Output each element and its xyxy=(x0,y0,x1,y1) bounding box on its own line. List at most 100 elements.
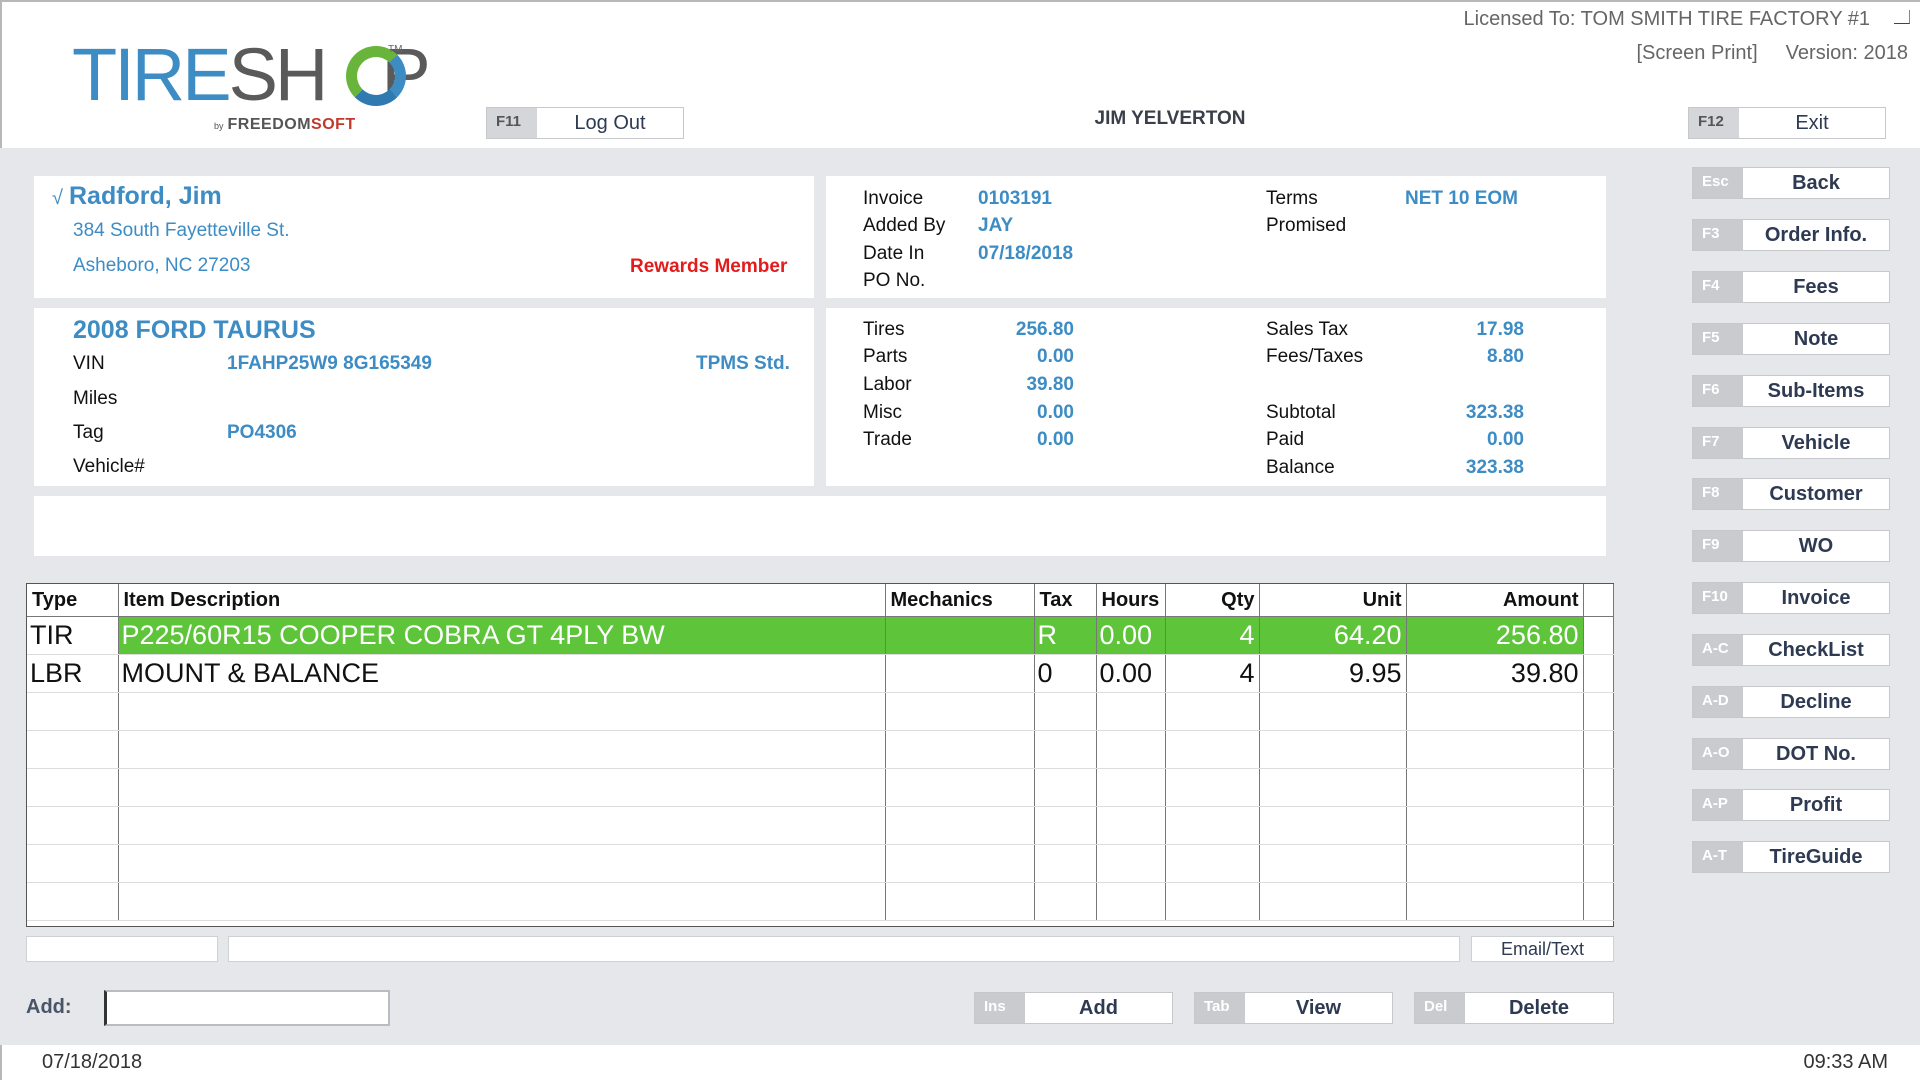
sidebar-checklist-button[interactable]: A-C CheckList xyxy=(1692,634,1890,666)
row-qty[interactable]: 4 xyxy=(1165,654,1260,693)
col-description[interactable]: Item Description xyxy=(118,584,886,617)
line-items-table[interactable]: Type Item Description Mechanics Tax Hour… xyxy=(26,583,1614,927)
col-type[interactable]: Type xyxy=(27,584,119,617)
status-time: 09:33 AM xyxy=(1803,1051,1888,1073)
paid-value: 0.00 xyxy=(1487,429,1524,450)
tpms-badge: TPMS Std. xyxy=(696,353,790,374)
sidebar-wo-button[interactable]: F9 WO xyxy=(1692,530,1890,562)
row-type[interactable]: LBR xyxy=(27,654,119,693)
row-hours[interactable]: 0.00 xyxy=(1096,616,1166,655)
sidebar-label: DOT No. xyxy=(1776,743,1856,765)
invoice-value: 0103191 xyxy=(978,188,1052,209)
row-tax[interactable]: 0 xyxy=(1034,654,1097,693)
sidebar-label: Back xyxy=(1792,172,1840,194)
add-button[interactable]: Ins Add xyxy=(974,992,1173,1024)
sales-tax-value: 17.98 xyxy=(1476,319,1524,340)
row-amount[interactable]: 256.80 xyxy=(1406,616,1584,655)
vehicle-number-label: Vehicle# xyxy=(73,456,145,477)
sidebar-label: CheckList xyxy=(1768,639,1864,661)
invoice-label: Invoice xyxy=(863,188,924,209)
minimize-icon[interactable] xyxy=(1894,10,1910,24)
po-label: PO No. xyxy=(863,270,926,291)
col-qty[interactable]: Qty xyxy=(1165,584,1260,617)
row-hours[interactable]: 0.00 xyxy=(1096,654,1166,693)
view-key: Tab xyxy=(1195,993,1245,1023)
add-item-input[interactable] xyxy=(104,990,390,1026)
logout-button[interactable]: F11 Log Out xyxy=(486,107,684,139)
sidebar-key: F3 xyxy=(1693,220,1743,250)
view-button[interactable]: Tab View xyxy=(1194,992,1393,1024)
table-row-empty[interactable] xyxy=(27,692,1614,731)
sidebar-sub-items-button[interactable]: F6 Sub-Items xyxy=(1692,375,1890,407)
parts-label: Parts xyxy=(863,346,908,367)
logo-soft-text: SOFT xyxy=(311,116,356,133)
col-tax[interactable]: Tax xyxy=(1034,584,1097,617)
delete-key: Del xyxy=(1415,993,1465,1023)
vehicle-title[interactable]: 2008 FORD TAURUS xyxy=(73,316,316,345)
sidebar-label: Note xyxy=(1793,328,1839,350)
sidebar-customer-button[interactable]: F8 Customer xyxy=(1692,478,1890,510)
misc-label: Misc xyxy=(863,402,903,423)
row-mechanics[interactable] xyxy=(885,654,1035,693)
sidebar-label: Order Info. xyxy=(1764,224,1868,246)
row-qty[interactable]: 4 xyxy=(1165,616,1260,655)
sidebar-tireguide-button[interactable]: A-T TireGuide xyxy=(1692,841,1890,873)
table-row[interactable]: LBR MOUNT & BALANCE 0 0.00 4 9.95 39.80 xyxy=(27,654,1614,693)
sidebar-key: F6 xyxy=(1693,376,1743,406)
table-row-empty[interactable] xyxy=(27,882,1614,921)
col-mechanics[interactable]: Mechanics xyxy=(885,584,1035,617)
sidebar-order-info-button[interactable]: F3 Order Info. xyxy=(1692,219,1890,251)
added-by-value: JAY xyxy=(978,215,1014,236)
delete-button[interactable]: Del Delete xyxy=(1414,992,1614,1024)
info-box-left[interactable] xyxy=(26,936,218,962)
col-amount[interactable]: Amount xyxy=(1406,584,1584,617)
terms-label: Terms xyxy=(1266,188,1318,209)
sidebar-key: F5 xyxy=(1693,324,1743,354)
row-tax[interactable]: R xyxy=(1034,616,1097,655)
sidebar-vehicle-button[interactable]: F7 Vehicle xyxy=(1692,427,1890,459)
logout-label: Log Out xyxy=(574,112,646,134)
sidebar-invoice-button[interactable]: F10 Invoice xyxy=(1692,582,1890,614)
customer-name[interactable]: √ Radford, Jim xyxy=(52,182,222,211)
sidebar-profit-button[interactable]: A-P Profit xyxy=(1692,789,1890,821)
sidebar-label: WO xyxy=(1798,535,1834,557)
sidebar-key: A-T xyxy=(1693,842,1743,872)
row-type[interactable]: TIR xyxy=(27,616,119,655)
col-spacer xyxy=(1583,584,1614,617)
logo-o-ring-icon xyxy=(346,46,406,106)
sales-tax-label: Sales Tax xyxy=(1266,319,1349,340)
date-in-label: Date In xyxy=(863,243,925,264)
table-row-empty[interactable] xyxy=(27,844,1614,883)
vin-label: VIN xyxy=(73,353,105,374)
sidebar-fees-button[interactable]: F4 Fees xyxy=(1692,271,1890,303)
sidebar-label: TireGuide xyxy=(1769,846,1863,868)
subtotal-value: 323.38 xyxy=(1465,402,1524,423)
email-text-button[interactable]: Email/Text xyxy=(1471,936,1614,962)
screen-print-link[interactable]: [Screen Print] xyxy=(1637,42,1758,64)
trade-label: Trade xyxy=(863,429,912,450)
row-unit[interactable]: 9.95 xyxy=(1259,654,1407,693)
sidebar-label: Sub-Items xyxy=(1767,380,1865,402)
tires-label: Tires xyxy=(863,319,905,340)
row-mechanics[interactable] xyxy=(885,616,1035,655)
sidebar-back-button[interactable]: Esc Back xyxy=(1692,167,1890,199)
table-row-empty[interactable] xyxy=(27,806,1614,845)
table-row-empty[interactable] xyxy=(27,768,1614,807)
sidebar-decline-button[interactable]: A-D Decline xyxy=(1692,686,1890,718)
row-description[interactable]: P225/60R15 COOPER COBRA GT 4PLY BW xyxy=(118,616,886,655)
row-unit[interactable]: 64.20 xyxy=(1259,616,1407,655)
paid-label: Paid xyxy=(1266,429,1305,450)
table-row[interactable]: TIR P225/60R15 COOPER COBRA GT 4PLY BW R… xyxy=(27,616,1614,655)
col-hours[interactable]: Hours xyxy=(1096,584,1166,617)
info-box-message[interactable] xyxy=(228,936,1460,962)
exit-button[interactable]: F12 Exit xyxy=(1688,107,1886,139)
labor-label: Labor xyxy=(863,374,912,395)
col-unit[interactable]: Unit xyxy=(1259,584,1407,617)
sidebar-dot-no-button[interactable]: A-O DOT No. xyxy=(1692,738,1890,770)
row-description[interactable]: MOUNT & BALANCE xyxy=(118,654,886,693)
sidebar-note-button[interactable]: F5 Note xyxy=(1692,323,1890,355)
notes-panel[interactable] xyxy=(34,496,1606,556)
promised-label: Promised xyxy=(1266,215,1347,236)
row-amount[interactable]: 39.80 xyxy=(1406,654,1584,693)
table-row-empty[interactable] xyxy=(27,730,1614,769)
